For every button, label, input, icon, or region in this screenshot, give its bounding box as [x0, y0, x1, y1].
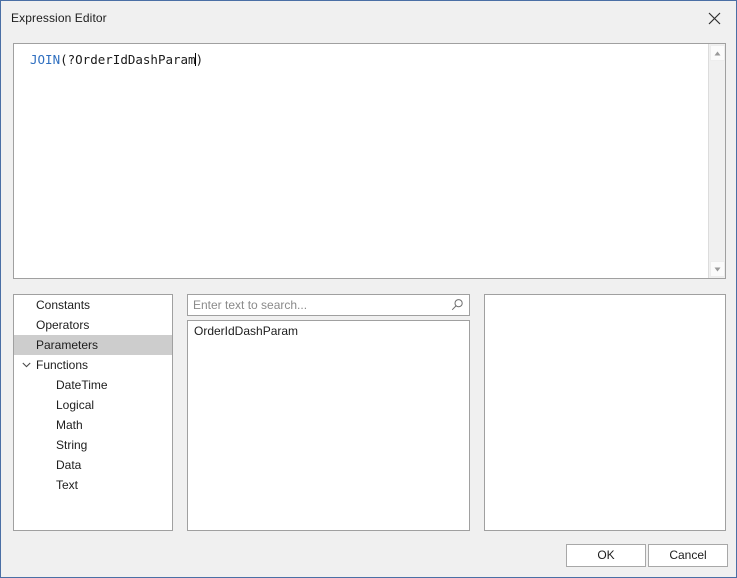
- tree-item-label: Data: [56, 458, 82, 472]
- close-glyph: [708, 12, 720, 24]
- close-icon[interactable]: [691, 2, 736, 34]
- editor-vertical-scrollbar[interactable]: [708, 44, 725, 278]
- tree-item-functions[interactable]: Functions: [14, 355, 172, 375]
- triangle-down-icon[interactable]: [710, 261, 725, 277]
- tree-item-datetime[interactable]: DateTime: [14, 375, 172, 395]
- expression-text-area[interactable]: JOIN(?OrderIdDashParam): [13, 43, 726, 279]
- triangle-up-icon[interactable]: [710, 45, 725, 61]
- tree-item-label: Functions: [36, 358, 89, 372]
- chevron-down-icon[interactable]: [20, 355, 32, 375]
- title-bar: Expression Editor: [2, 2, 736, 34]
- tree-item-label: Text: [56, 478, 79, 492]
- list-item[interactable]: OrderIdDashParam: [188, 321, 469, 341]
- tree-item-label: Operators: [36, 318, 90, 332]
- expression-token-close-paren: ): [195, 52, 204, 67]
- tree-item-math[interactable]: Math: [14, 415, 172, 435]
- tree-item-label: Constants: [36, 298, 91, 312]
- tree-item-label: Math: [56, 418, 83, 432]
- tree-item-label: Logical: [56, 398, 95, 412]
- tree-item-label: Parameters: [36, 338, 99, 352]
- triangle-up-glyph: [714, 51, 721, 55]
- magnifier-glyph: [451, 299, 463, 311]
- tree-item-constants[interactable]: Constants: [14, 295, 172, 315]
- tree-item-label: DateTime: [56, 378, 108, 392]
- description-text: [485, 295, 725, 305]
- search-box[interactable]: [187, 294, 470, 316]
- tree-item-data[interactable]: Data: [14, 455, 172, 475]
- window-title: Expression Editor: [11, 11, 107, 25]
- expression-editor-dialog: Expression Editor JOIN(?OrderIdDashParam…: [0, 0, 737, 578]
- tree-item-logical[interactable]: Logical: [14, 395, 172, 415]
- expression-token-function: JOIN: [30, 52, 61, 67]
- tree-item-string[interactable]: String: [14, 435, 172, 455]
- scrollbar-track[interactable]: [710, 62, 725, 260]
- tree-item-label: String: [56, 438, 88, 452]
- expression-text: JOIN(?OrderIdDashParam): [30, 52, 203, 67]
- chevron-down-glyph: [21, 362, 31, 368]
- cancel-button[interactable]: Cancel: [648, 544, 728, 567]
- description-panel: [484, 294, 726, 531]
- triangle-down-glyph: [714, 267, 721, 271]
- category-tree[interactable]: Constants Operators Parameters Functions…: [13, 294, 173, 531]
- expression-token-args: (?OrderIdDashParam: [60, 52, 196, 67]
- tree-item-parameters[interactable]: Parameters: [14, 335, 172, 355]
- parameter-list[interactable]: OrderIdDashParam: [187, 320, 470, 531]
- tree-item-text[interactable]: Text: [14, 475, 172, 495]
- ok-button[interactable]: OK: [566, 544, 646, 567]
- search-input[interactable]: [193, 295, 441, 315]
- tree-item-operators[interactable]: Operators: [14, 315, 172, 335]
- search-icon[interactable]: [450, 298, 464, 312]
